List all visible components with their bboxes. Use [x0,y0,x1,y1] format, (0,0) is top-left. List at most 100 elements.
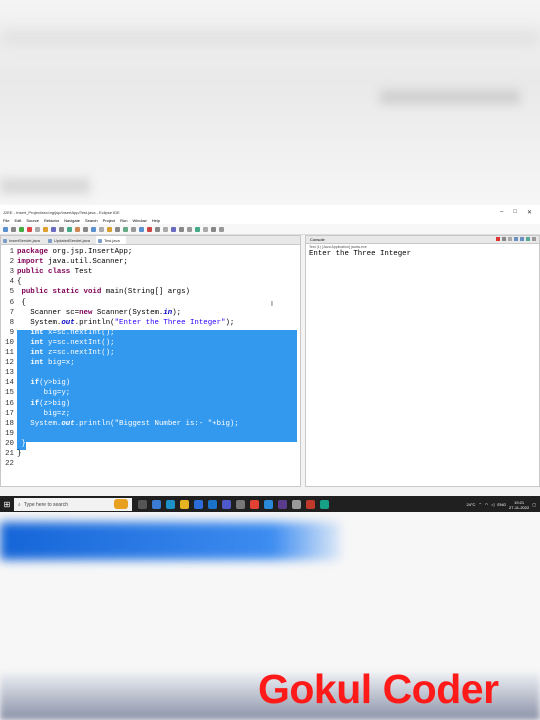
code-area[interactable]: I 1 package org.jsp.InsertApp; 2 import jav… [1,246,301,486]
toolbar-icon[interactable] [187,227,192,232]
code-line[interactable]: 9 int x=sc.nextInt(); [1,328,301,338]
toolbar-icon[interactable] [147,227,152,232]
pin-console-icon[interactable] [520,237,524,241]
open-console-icon[interactable] [526,237,530,241]
code-line[interactable]: 5 public static void main(String[] args) [1,287,301,297]
menu-refactor[interactable]: Refactor [44,218,59,223]
toolbar-icon[interactable] [139,227,144,232]
scroll-lock-icon[interactable] [514,237,518,241]
code-line[interactable]: 10 int y=sc.nextInt(); [1,338,301,348]
code-line[interactable]: 16 if(z>big) [1,399,301,409]
toolbar-icon[interactable] [131,227,136,232]
code-line[interactable]: 17 big=z; [1,409,301,419]
toolbar-icon[interactable] [67,227,72,232]
code-line[interactable]: 20 } [1,439,301,449]
toolbar-icon[interactable] [11,227,16,232]
toolbar-icon[interactable] [115,227,120,232]
menu-source[interactable]: Source [26,218,39,223]
code-line[interactable]: 19 [1,429,301,439]
menu-project[interactable]: Project [103,218,115,223]
eclipse-icon[interactable] [278,500,287,509]
toolbar-icon[interactable] [27,227,32,232]
code-line[interactable]: 14 if(y>big) [1,378,301,388]
taskbar-search-box[interactable]: ⌕ Type here to search [14,498,132,511]
toolbar-icon[interactable] [99,227,104,232]
tab-console[interactable]: Console [310,237,325,242]
menu-search[interactable]: Search [85,218,98,223]
code-line[interactable]: 2 import java.util.Scanner; [1,257,301,267]
chrome-icon[interactable] [250,500,259,509]
store-icon[interactable] [194,500,203,509]
menu-help[interactable]: Help [152,218,160,223]
code-line[interactable]: 22 [1,459,301,469]
tab-updatedservlet[interactable]: UpdatedServlet.java [46,236,96,244]
vscode-icon[interactable] [264,500,273,509]
code-line[interactable]: 15 big=y; [1,388,301,398]
clear-console-icon[interactable] [508,237,512,241]
toolbar-icon[interactable] [211,227,216,232]
menu-file[interactable]: File [3,218,9,223]
notification-icon[interactable]: ▢ [532,502,536,507]
code-editor[interactable]: InsertServlet.java UpdatedServlet.java T… [0,235,301,487]
clock[interactable]: 19:21 27-11-2022 [509,500,529,510]
code-line[interactable]: 6 { [1,298,301,308]
console-output[interactable]: Enter the Three Integer [306,250,539,258]
app-icon[interactable] [236,500,245,509]
wifi-icon[interactable]: ◠ [485,502,489,507]
toolbar-icon[interactable] [43,227,48,232]
app-icon[interactable] [306,500,315,509]
toolbar-icon[interactable] [163,227,168,232]
app-icon[interactable] [292,500,301,509]
code-line[interactable]: 12 int big=x; [1,358,301,368]
app-icon[interactable] [320,500,329,509]
toolbar-icon[interactable] [35,227,40,232]
remove-launch-icon[interactable] [502,237,506,241]
teams-icon[interactable] [222,500,231,509]
code-line[interactable]: 8 System.out.println("Enter the Three In… [1,318,301,328]
close-button[interactable]: ✕ [527,209,532,216]
toolbar-icon[interactable] [179,227,184,232]
code-line[interactable]: 4{ [1,277,301,287]
toolbar-icon[interactable] [203,227,208,232]
code-line[interactable]: 7 Scanner sc=new Scanner(System.in); [1,308,301,318]
menu-window[interactable]: Window [132,218,146,223]
language-indicator[interactable]: ENG [497,502,506,507]
menu-edit[interactable]: Edit [14,218,21,223]
tray-chevron-icon[interactable]: ⌃ [478,502,481,507]
code-line[interactable]: 13 [1,368,301,378]
mail-icon[interactable] [208,500,217,509]
minimize-view-icon[interactable] [532,237,536,241]
toolbar-icon[interactable] [171,227,176,232]
menu-navigate[interactable]: Navigate [64,218,80,223]
toolbar-icon[interactable] [123,227,128,232]
code-line[interactable]: 3 public class Test [1,267,301,277]
code-line[interactable]: 1 package org.jsp.InsertApp; [1,247,301,257]
toolbar-icon[interactable] [19,227,24,232]
code-line[interactable]: 21} [1,449,301,459]
task-view-icon[interactable] [138,500,147,509]
weather-temp[interactable]: 24°C [467,502,476,507]
tab-test-java[interactable]: Test.java [95,236,126,244]
toolbar-icon[interactable] [75,227,80,232]
maximize-button[interactable]: □ [513,209,517,216]
toolbar-icon[interactable] [83,227,88,232]
terminate-icon[interactable] [496,237,500,241]
toolbar-icon[interactable] [91,227,96,232]
code-line[interactable]: 18 System.out.println("Biggest Number is… [1,419,301,429]
code-line[interactable]: 11 int z=sc.nextInt(); [1,348,301,358]
menu-run[interactable]: Run [120,218,127,223]
edge-icon[interactable] [166,500,175,509]
windows-start-icon[interactable]: ⊞ [0,496,14,513]
file-explorer-icon[interactable] [180,500,189,509]
toolbar-icon[interactable] [3,227,8,232]
volume-icon[interactable]: ◁ [491,502,494,507]
toolbar-icon[interactable] [59,227,64,232]
toolbar-icon[interactable] [219,227,224,232]
tab-insertservlet[interactable]: InsertServlet.java [1,236,46,244]
toolbar-icon[interactable] [195,227,200,232]
toolbar-icon[interactable] [107,227,112,232]
toolbar-icon[interactable] [155,227,160,232]
widgets-icon[interactable] [152,500,161,509]
minimize-button[interactable]: – [500,209,503,216]
toolbar-icon[interactable] [51,227,56,232]
